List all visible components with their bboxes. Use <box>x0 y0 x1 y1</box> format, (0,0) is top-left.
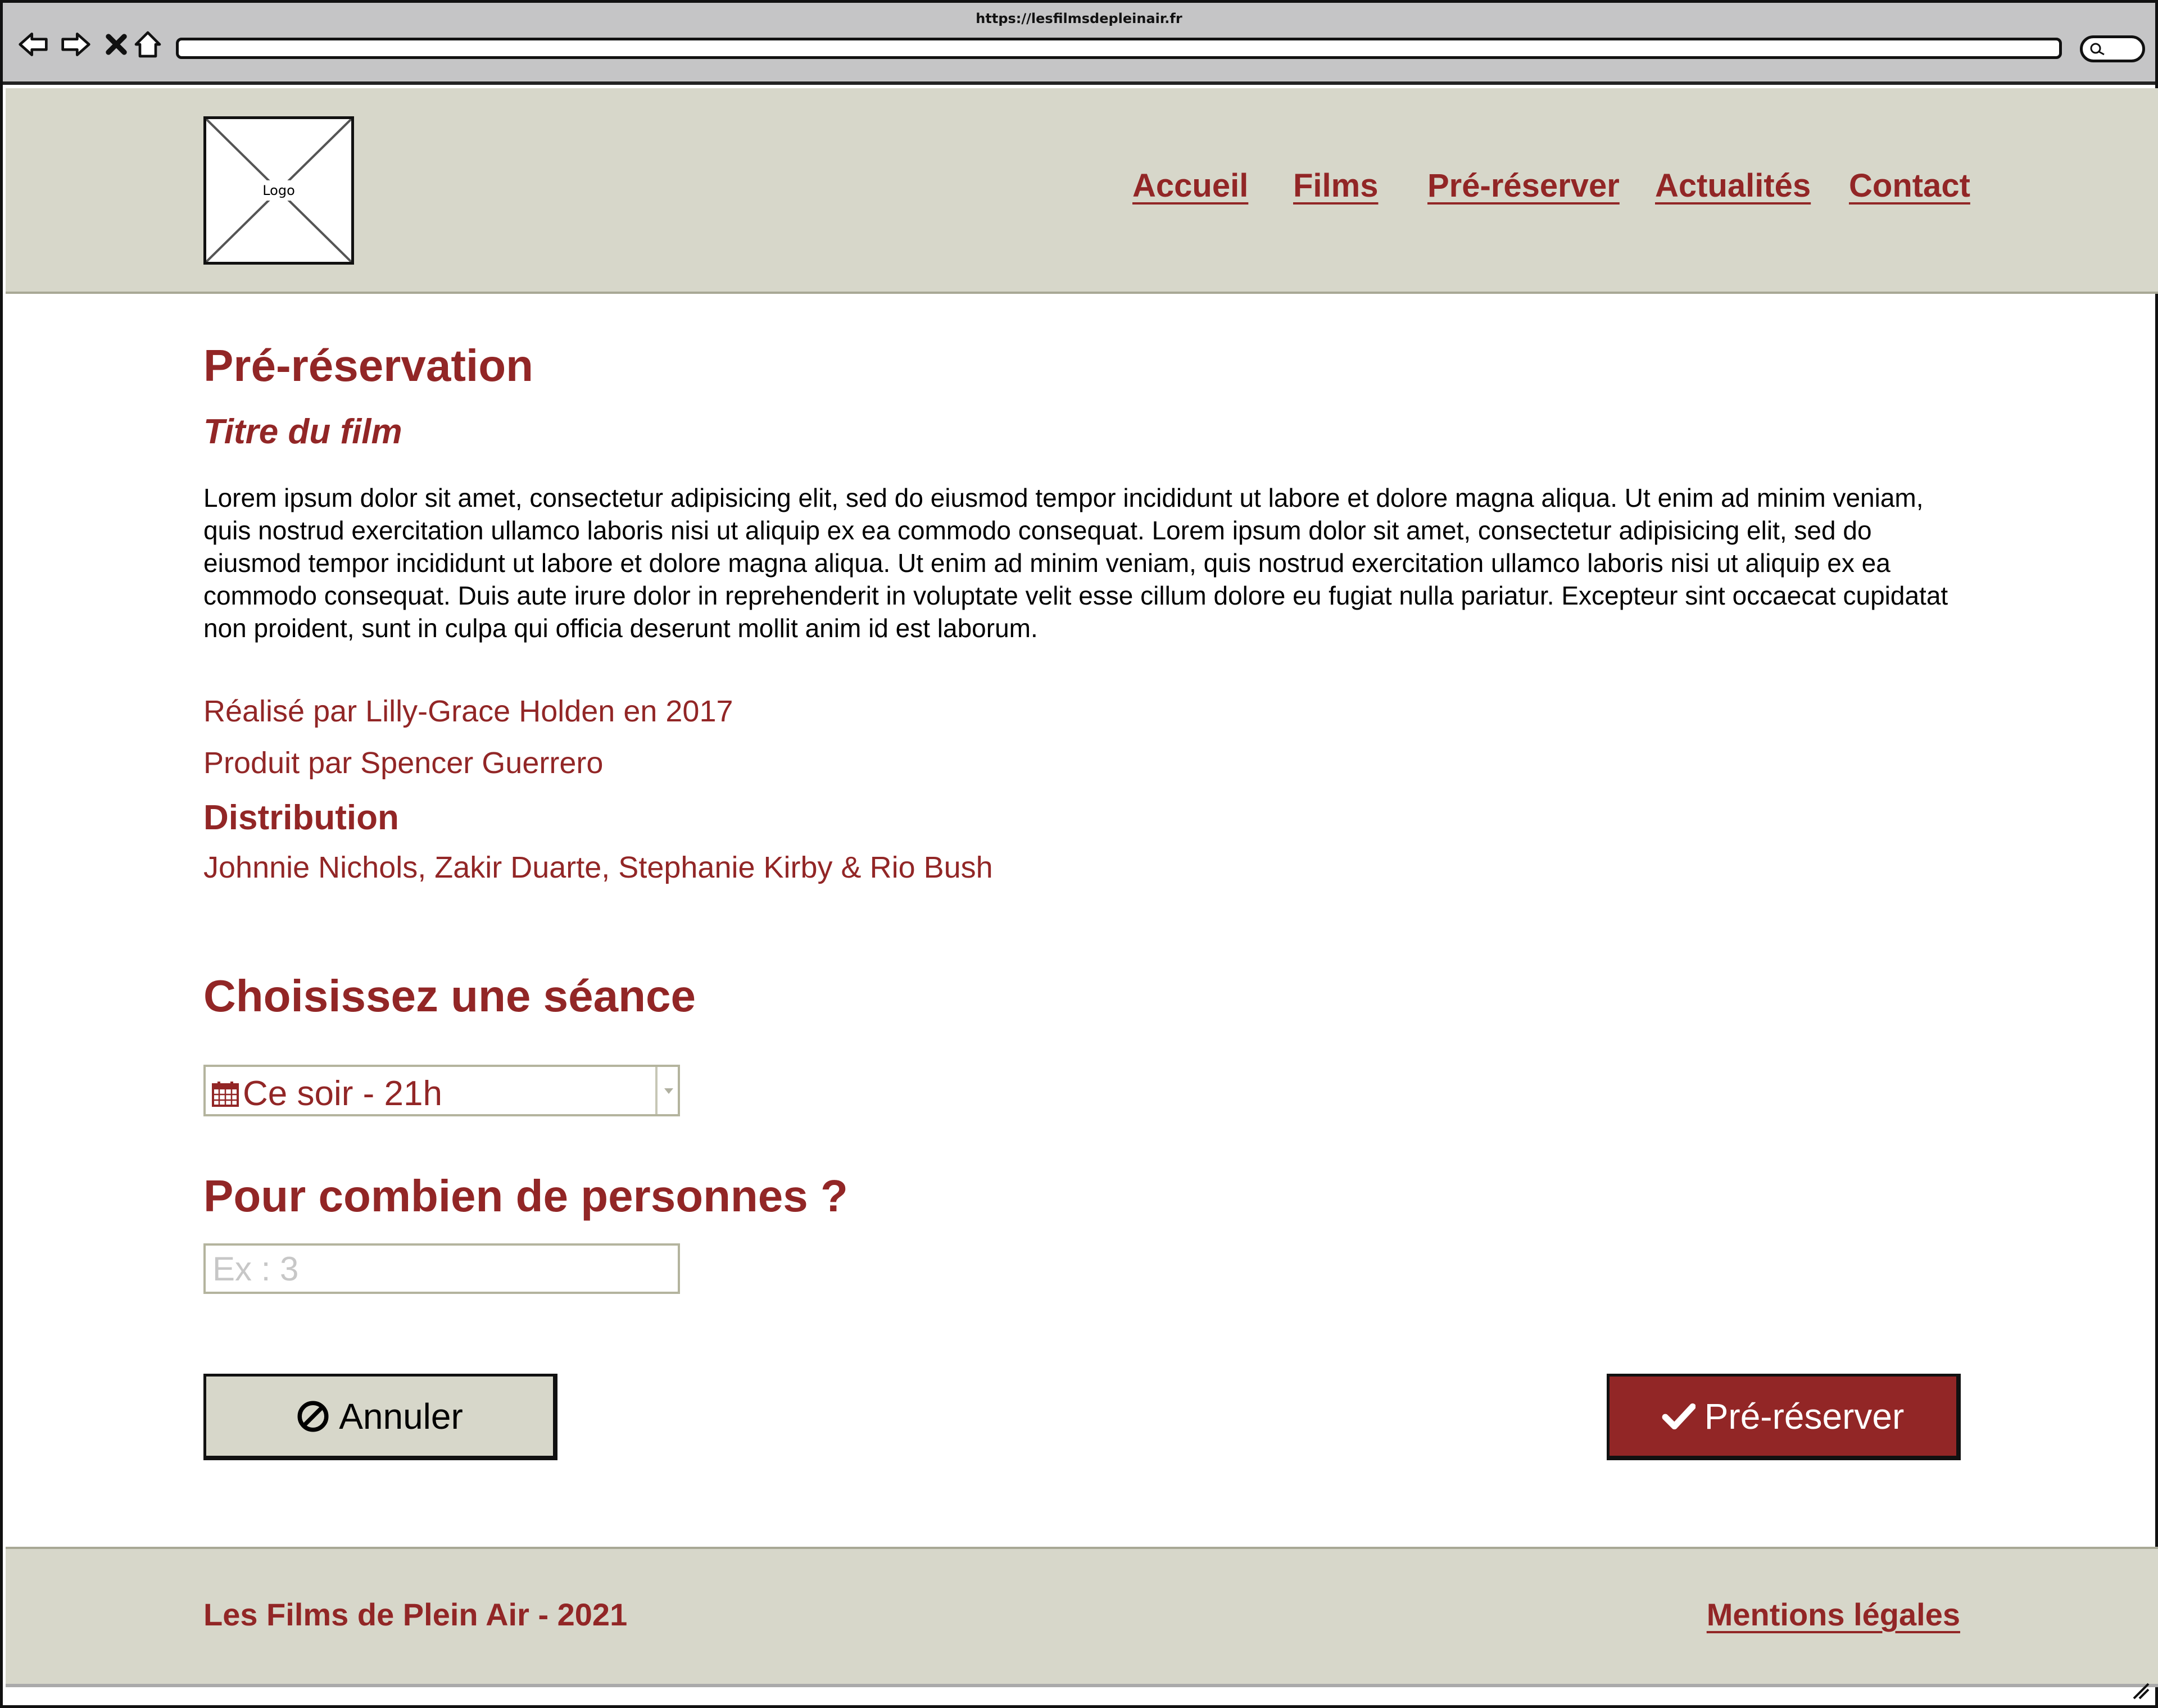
people-count-input[interactable] <box>203 1243 680 1294</box>
session-select-value: Ce soir - 21h <box>243 1074 442 1113</box>
people-count-heading: Pour combien de personnes ? <box>203 1171 848 1221</box>
film-director: Réalisé par Lilly-Grace Holden en 2017 <box>203 694 733 728</box>
session-heading: Choisissez une séance <box>203 971 696 1021</box>
ban-icon <box>297 1401 329 1432</box>
close-icon[interactable] <box>98 26 134 62</box>
main-nav: Accueil Films Pré-réserver Actualités Co… <box>6 167 2158 212</box>
nav-link-pre-reserver[interactable]: Pré-réserver <box>1427 167 1620 205</box>
cancel-button-label: Annuler <box>339 1396 463 1437</box>
film-synopsis: Lorem ipsum dolor sit amet, consectetur … <box>203 483 1948 643</box>
nav-link-actualites[interactable]: Actualités <box>1655 167 1811 205</box>
home-icon[interactable] <box>130 26 166 62</box>
page-title: Pré-réservation <box>203 340 533 390</box>
resize-grip-icon[interactable] <box>2130 1680 2151 1701</box>
address-bar[interactable] <box>176 38 2062 59</box>
session-select[interactable]: Ce soir - 21h <box>203 1065 680 1116</box>
legal-notice-link[interactable]: Mentions légales <box>1707 1596 1960 1633</box>
nav-link-accueil[interactable]: Accueil <box>1132 167 1248 205</box>
cast-list: Johnnie Nichols, Zakir Duarte, Stephanie… <box>203 851 993 884</box>
window-url-title: https://lesfilmsdepleinair.fr <box>976 11 1182 26</box>
back-arrow-icon[interactable] <box>15 26 51 62</box>
chevron-down-icon[interactable] <box>655 1067 678 1114</box>
search-icon <box>2090 43 2105 56</box>
pre-reserve-button[interactable]: Pré-réserver <box>1607 1374 1961 1460</box>
site-footer: Les Films de Plein Air - 2021 Mentions l… <box>6 1547 2158 1687</box>
site-header: Logo Accueil Films Pré-réserver Actualit… <box>6 88 2158 294</box>
footer-copyright: Les Films de Plein Air - 2021 <box>203 1597 628 1632</box>
film-producer: Produit par Spencer Guerrero <box>203 746 604 780</box>
calendar-icon <box>212 1082 239 1107</box>
cast-heading: Distribution <box>203 798 399 837</box>
film-title: Titre du film <box>203 412 402 451</box>
cancel-button[interactable]: Annuler <box>203 1374 557 1460</box>
check-icon <box>1662 1403 1695 1429</box>
browser-search-field[interactable] <box>2080 35 2145 62</box>
browser-window: https://lesfilmsdepleinair.fr Logo Accue… <box>0 0 2158 1708</box>
pre-reserve-button-label: Pré-réserver <box>1704 1396 1905 1437</box>
nav-link-contact[interactable]: Contact <box>1849 167 1970 205</box>
browser-toolbar: https://lesfilmsdepleinair.fr <box>3 3 2155 85</box>
forward-arrow-icon[interactable] <box>58 26 94 62</box>
nav-link-films[interactable]: Films <box>1293 167 1379 205</box>
